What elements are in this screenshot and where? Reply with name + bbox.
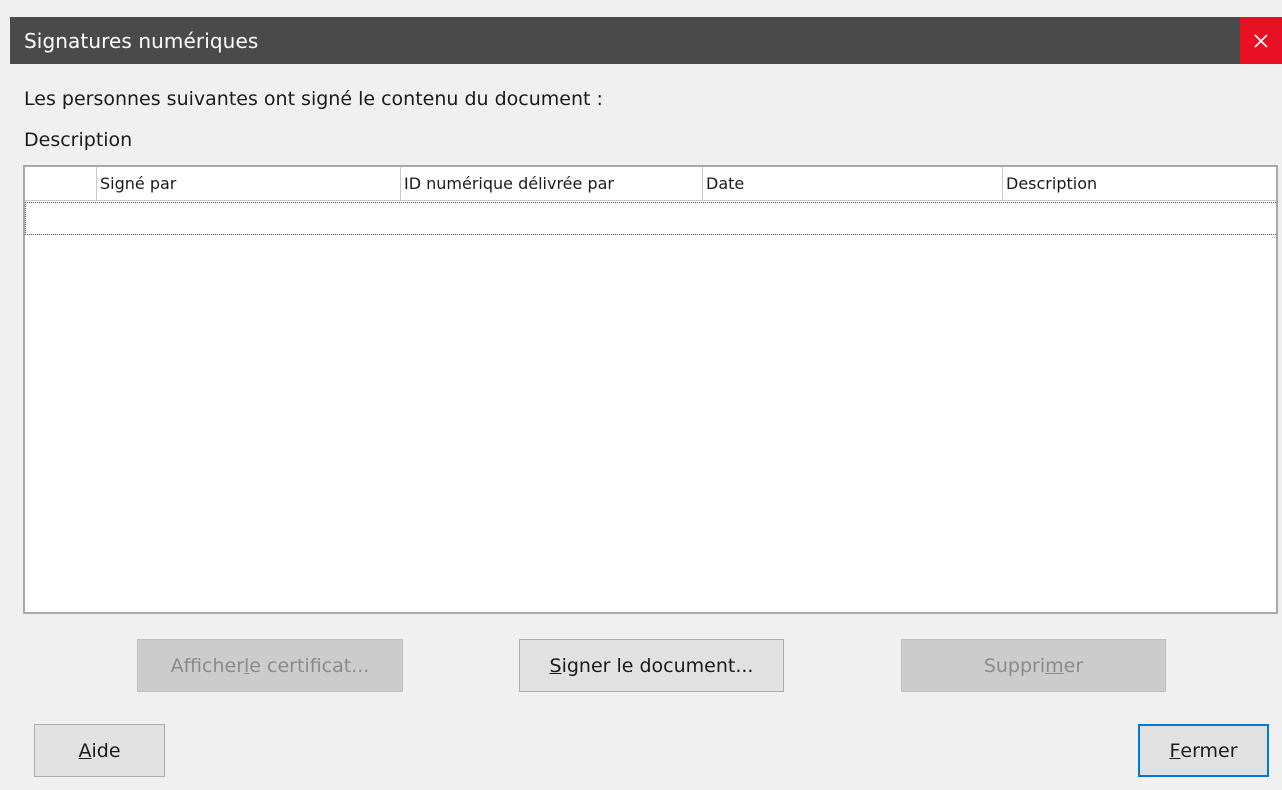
button-label: er bbox=[1063, 654, 1084, 677]
column-header-description[interactable]: Description bbox=[1003, 167, 1276, 200]
signers-intro-label: Les personnes suivantes ont signé le con… bbox=[24, 88, 603, 110]
close-window-button[interactable] bbox=[1240, 17, 1282, 64]
button-mnemonic: A bbox=[78, 739, 92, 762]
help-button[interactable]: Aide bbox=[34, 724, 165, 777]
table-header: Signé par ID numérique délivrée par Date… bbox=[25, 167, 1276, 201]
title-bar: Signatures numériques bbox=[10, 17, 1282, 64]
button-mnemonic: F bbox=[1169, 739, 1181, 762]
table-focus-row[interactable] bbox=[25, 202, 1276, 235]
view-certificate-button[interactable]: Afficher le certificat... bbox=[137, 639, 403, 692]
window-title: Signatures numériques bbox=[24, 29, 259, 53]
column-header-date[interactable]: Date bbox=[703, 167, 1003, 200]
button-label: e certificat... bbox=[249, 654, 370, 677]
button-label: ide bbox=[91, 739, 121, 762]
button-label: igner le document... bbox=[561, 654, 754, 677]
description-label: Description bbox=[24, 129, 133, 151]
remove-button[interactable]: Suppri m er bbox=[901, 639, 1166, 692]
dialog-body: Les personnes suivantes ont signé le con… bbox=[10, 64, 1282, 790]
sign-document-button[interactable]: Signer le document... bbox=[519, 639, 784, 692]
column-header-signed-by[interactable]: Signé par bbox=[97, 167, 401, 200]
button-mnemonic: m bbox=[1045, 654, 1064, 677]
signatures-table[interactable]: Signé par ID numérique délivrée par Date… bbox=[23, 165, 1278, 614]
close-button[interactable]: Fermer bbox=[1138, 724, 1269, 777]
button-label: Suppri bbox=[983, 654, 1046, 677]
column-header-status[interactable] bbox=[25, 167, 97, 200]
column-header-issuer[interactable]: ID numérique délivrée par bbox=[401, 167, 703, 200]
button-label: Afficher bbox=[170, 654, 245, 677]
close-icon bbox=[1254, 33, 1268, 48]
button-mnemonic: S bbox=[549, 654, 562, 677]
button-label: ermer bbox=[1180, 739, 1238, 762]
